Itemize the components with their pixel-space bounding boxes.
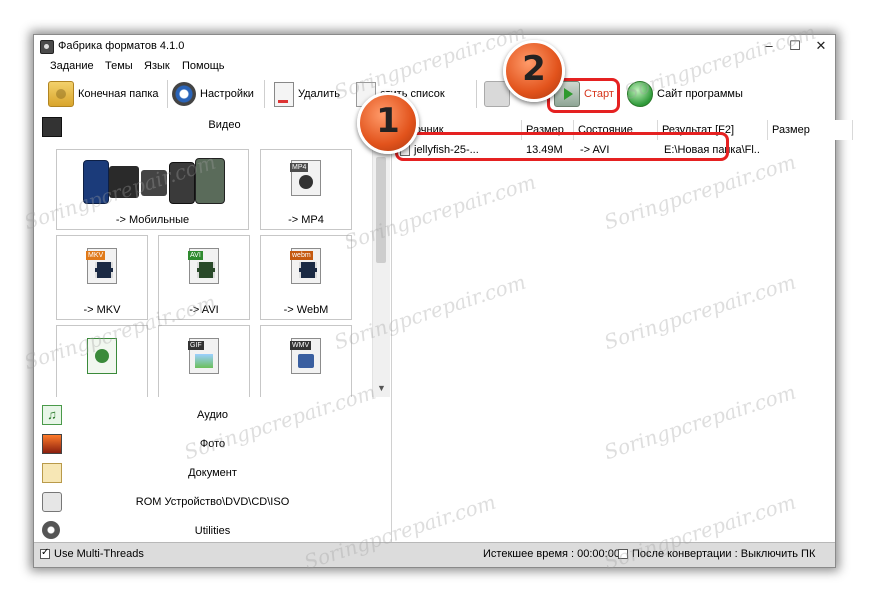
delete-button[interactable]: Удалить bbox=[274, 78, 340, 110]
minimize-button[interactable]: – bbox=[758, 38, 780, 54]
delete-label: Удалить bbox=[298, 88, 340, 100]
toolbar-divider bbox=[476, 80, 477, 108]
tile-webm[interactable]: webm -> WebM bbox=[260, 235, 352, 320]
multithreads-label: Use Multi-Threads bbox=[54, 548, 144, 560]
category-audio-label: Аудио bbox=[196, 409, 229, 421]
toolbar: Конечная папка Настройки Удалить стить с… bbox=[34, 76, 835, 112]
format-scrollbar[interactable]: ▲ ▼ bbox=[372, 139, 390, 397]
toolbar-divider bbox=[167, 80, 168, 108]
wmv-file-icon: WMV bbox=[290, 338, 321, 374]
category-photo[interactable]: Фото bbox=[34, 430, 391, 458]
after-conversion-checkbox[interactable] bbox=[618, 549, 628, 559]
folder-icon bbox=[48, 81, 74, 107]
callout-2: 2 bbox=[503, 40, 565, 102]
category-utilities[interactable]: Utilities bbox=[34, 517, 391, 545]
tile-gif[interactable]: GIF bbox=[158, 325, 250, 397]
after-conversion-label: После конвертации : Выключить ПК bbox=[632, 548, 816, 560]
category-document-label: Документ bbox=[188, 467, 237, 479]
delete-icon bbox=[274, 81, 294, 107]
column-output-size[interactable]: Размер bbox=[768, 120, 853, 140]
title-bar: Фабрика форматов 4.1.0 – ☐ ✕ bbox=[34, 35, 835, 57]
category-video[interactable]: Видео bbox=[34, 113, 391, 139]
app-window: Фабрика форматов 4.1.0 – ☐ ✕ Задание Тем… bbox=[33, 34, 853, 568]
menu-bar: Задание Темы Язык Помощь bbox=[34, 57, 835, 75]
avi-file-icon: AVI bbox=[188, 248, 219, 284]
callout-1: 1 bbox=[357, 92, 419, 154]
elapsed-time: Истекшее время : 00:00:00 bbox=[483, 548, 620, 560]
highlight-task-row bbox=[395, 132, 729, 161]
tile-avi-label: -> AVI bbox=[189, 304, 219, 316]
multithreads-checkbox[interactable] bbox=[40, 547, 50, 559]
toolbar-divider bbox=[264, 80, 265, 108]
settings-label: Настройки bbox=[200, 88, 254, 100]
scroll-down-arrow[interactable]: ▼ bbox=[373, 380, 390, 397]
category-utilities-label: Utilities bbox=[194, 525, 231, 537]
menu-task[interactable]: Задание bbox=[50, 60, 94, 72]
globe-icon bbox=[627, 81, 653, 107]
category-video-label: Видео bbox=[208, 119, 241, 131]
mkv-file-icon: MKV bbox=[86, 248, 117, 284]
webm-file-icon: webm bbox=[290, 248, 321, 284]
tile-mp4[interactable]: MP4 -> MP4 bbox=[260, 149, 352, 230]
scroll-thumb[interactable] bbox=[376, 157, 386, 263]
tile-mkv-label: -> MKV bbox=[83, 304, 121, 316]
category-photo-label: Фото bbox=[199, 438, 226, 450]
category-rom[interactable]: ROM Устройство\DVD\CD\ISO bbox=[34, 488, 391, 516]
dest-folder-label: Конечная папка bbox=[78, 88, 159, 100]
tile-mkv[interactable]: MKV -> MKV bbox=[56, 235, 148, 320]
window-title: Фабрика форматов 4.1.0 bbox=[58, 40, 185, 52]
tile-wmv[interactable]: WMV bbox=[260, 325, 352, 397]
category-audio[interactable]: ♫ Аудио bbox=[34, 401, 391, 429]
video-format-grid: -> Мобильные MP4 -> MP4 MKV -> MKV AVI -… bbox=[34, 139, 372, 397]
format-panel: Видео -> Мобильные MP4 -> MP4 MKV -> MKV… bbox=[34, 113, 392, 543]
tile-mobile[interactable]: -> Мобильные bbox=[56, 149, 249, 230]
settings-button[interactable]: Настройки bbox=[172, 78, 254, 110]
tile-mobile-label: -> Мобильные bbox=[115, 214, 190, 226]
category-rom-label: ROM Устройство\DVD\CD\ISO bbox=[135, 496, 290, 508]
category-document[interactable]: Документ bbox=[34, 459, 391, 487]
tile-mp4-label: -> MP4 bbox=[288, 214, 324, 226]
menu-themes[interactable]: Темы bbox=[105, 60, 133, 72]
website-label: Сайт программы bbox=[657, 88, 743, 100]
dest-folder-button[interactable]: Конечная папка bbox=[48, 78, 159, 110]
3gp-file-icon bbox=[87, 338, 117, 374]
mobile-devices-icon bbox=[83, 156, 225, 204]
app-icon bbox=[40, 40, 54, 54]
tile-3gp[interactable] bbox=[56, 325, 148, 397]
tile-avi[interactable]: AVI -> AVI bbox=[158, 235, 250, 320]
close-button[interactable]: ✕ bbox=[810, 38, 832, 54]
tile-webm-label: -> WebM bbox=[283, 304, 329, 316]
settings-icon bbox=[172, 82, 196, 106]
maximize-button[interactable]: ☐ bbox=[784, 38, 806, 54]
website-button[interactable]: Сайт программы bbox=[627, 78, 743, 110]
task-list: точник Размер Состояние Результат [F2] Р… bbox=[392, 113, 853, 543]
gif-file-icon: GIF bbox=[188, 338, 219, 374]
menu-help[interactable]: Помощь bbox=[182, 60, 225, 72]
menu-language[interactable]: Язык bbox=[144, 60, 170, 72]
mp4-file-icon: MP4 bbox=[290, 160, 321, 196]
status-bar: Use Multi-Threads Истекшее время : 00:00… bbox=[34, 542, 835, 567]
